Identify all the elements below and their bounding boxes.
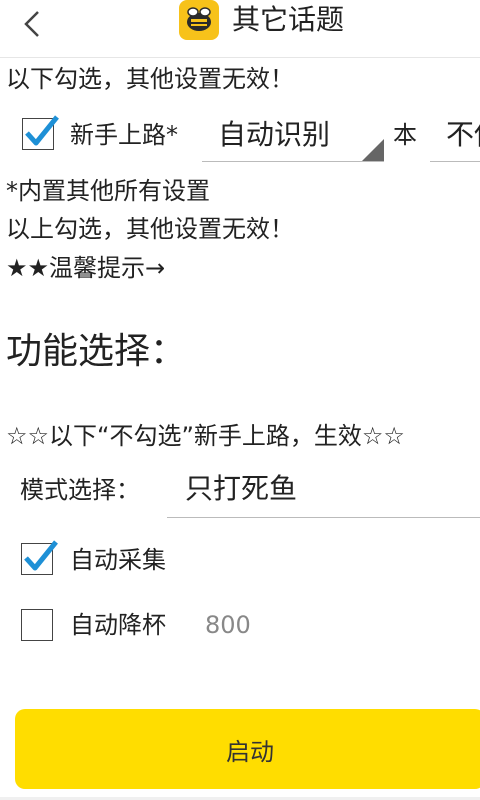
auto-collect-label: 自动采集: [70, 546, 166, 574]
page-title: 其它话题: [232, 3, 345, 36]
cutoff-dropdown[interactable]: 不使: [430, 110, 480, 162]
auto-collect-checkbox[interactable]: [21, 540, 58, 575]
top-notice: 以下勾选，其他设置无效！: [6, 65, 294, 93]
novice-checkbox[interactable]: [22, 115, 59, 150]
note-line-2: 以上勾选，其他设置无效！: [6, 215, 294, 243]
checkmark-icon: [25, 115, 59, 146]
recognition-dropdown[interactable]: 自动识别: [202, 110, 384, 162]
bee-icon: [179, 0, 219, 40]
auto-downgrade-label: 自动降杯: [70, 611, 166, 639]
dropdown-arrow-icon: [362, 139, 384, 161]
novice-label: 新手上路*: [70, 121, 178, 149]
cutoff-value: 不使: [446, 118, 480, 151]
auto-downgrade-checkbox[interactable]: [21, 609, 53, 641]
downgrade-value-input[interactable]: 800: [205, 610, 251, 640]
mode-label: 模式选择：: [20, 476, 140, 504]
checkmark-icon: [24, 540, 58, 571]
mode-select[interactable]: 只打死鱼: [167, 464, 480, 518]
start-button[interactable]: 启动: [15, 709, 480, 789]
chevron-left-icon[interactable]: [14, 6, 50, 42]
section-title: 功能选择：: [6, 331, 187, 372]
mode-value: 只打死鱼: [185, 472, 298, 505]
warm-tip-link[interactable]: ★★温馨提示→: [6, 253, 165, 283]
hint-text: ☆☆以下“不勾选”新手上路，生效☆☆: [6, 422, 405, 450]
note-line-1: *内置其他所有设置: [6, 177, 210, 205]
after-dropdown-text: 本: [393, 121, 417, 149]
dropdown-value: 自动识别: [218, 118, 331, 151]
app-header: 其它话题: [0, 0, 480, 58]
